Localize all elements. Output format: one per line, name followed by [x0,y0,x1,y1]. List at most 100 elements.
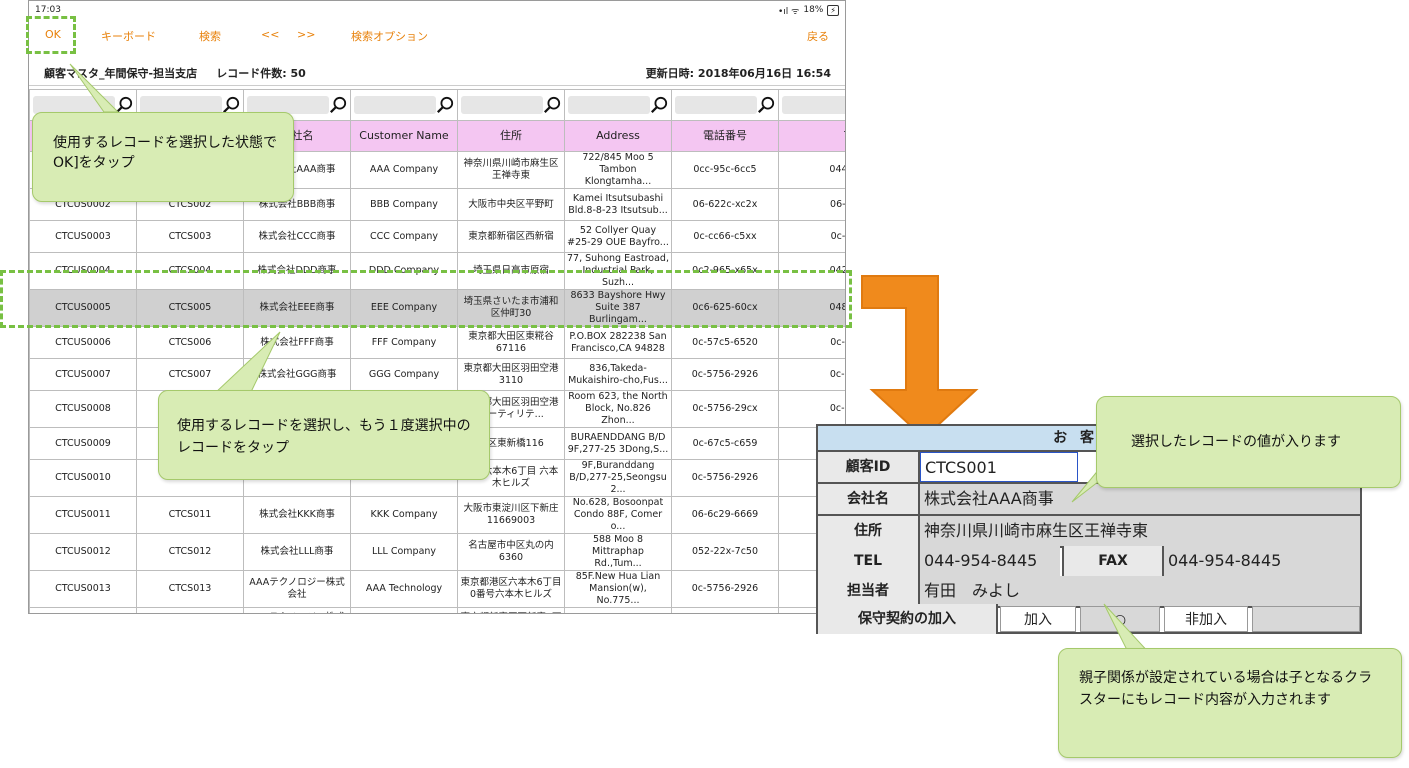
table-cell: CTCUS0013 [29,570,137,608]
table-row[interactable]: CTCUS0011 CTCS011 株式会社KKK商事 KKK Company 大阪市東… [29,496,845,534]
table-row[interactable]: CTCUS0014CTCS014BBBテクノロジー株式会社BBB Technol… [29,607,845,613]
table-cell: No.628, Bosoonpat Condo 88F, Comer o... [564,496,672,534]
address-field[interactable]: 神奈川県川崎市麻生区王禅寺東 [920,516,1360,546]
form-row-tel: TEL 044-954-8445 FAX 044-954-8445 [818,546,1360,578]
column-header[interactable]: Address [564,120,672,152]
join-button[interactable]: 加入 [1000,606,1076,632]
table-cell: AAA Technology [350,570,458,608]
table-cell: 52 Collyer Quay #25-29 OUE Bayfro... [564,220,672,253]
keyboard-button[interactable]: キーボード [101,28,156,44]
column-header[interactable]: TEL [778,120,845,152]
table-cell: 0c-cc66-c5xx [671,607,779,613]
id-field[interactable]: CTCS001 [920,452,1078,482]
address-label: 住所 [818,516,920,546]
search-field[interactable] [354,96,436,114]
status-bar: 17:03 •ıl ᯤ 18% ⚡ [29,1,845,19]
table-cell: 0c-cc66-c5xx [671,220,779,253]
table-cell: 0c-cc66-4 [778,220,845,253]
search-field[interactable] [568,96,650,114]
fax-field[interactable]: 044-954-8445 [1164,546,1360,576]
table-row[interactable]: CTCUS0007 CTCS007 株式会社GGG商事 GGG Company 東京都大… [29,358,845,391]
table-cell: 東京都港区六本木6丁目0番号六本木ヒルズ [457,570,565,608]
battery-level: 18% [803,5,824,15]
search-field[interactable] [675,96,757,114]
search-cell [671,89,779,121]
table-cell: P.O.BOX 282238 San Francisco,CA 94828 [564,326,672,359]
table-row[interactable]: CTCUS0012 CTCS012 株式会社LLL商事 LLL Company 名古屋市… [29,533,845,571]
form-row-address: 住所 神奈川県川崎市麻生区王禅寺東 [818,516,1360,548]
id-label: 顧客ID [818,452,920,482]
table-cell: 株式会社LLL商事 [243,533,351,571]
callout-selected-value: 選択したレコードの値が入ります [1096,396,1401,488]
table-cell: CTCUS0007 [29,358,137,391]
search-icon[interactable] [650,96,668,114]
callout-child-cluster-text: 親子関係が設定されている場合は子となるクラスターにもレコード内容が入力されます [1079,670,1373,708]
callout-child-cluster: 親子関係が設定されている場合は子となるクラスターにもレコード内容が入力されます [1058,648,1402,758]
table-cell: CTCUS0003 [29,220,137,253]
table-cell: CTCS012 [136,533,244,571]
search-icon[interactable] [329,96,347,114]
table-cell: GGG Company [350,358,458,391]
table-cell: 0c-5756-2 [778,390,845,428]
callout-ok-text: 使用するレコードを選択した状態でOK]をタップ [53,135,277,171]
table-cell: CTCUS0009 [29,427,137,460]
table-cell: CTCUS0010 [29,459,137,497]
tel-field[interactable]: 044-954-8445 [920,546,1060,576]
table-cell: CTCUS0008 [29,390,137,428]
updated-at: 更新日時: 2018年06月16日 16:54 [645,67,831,80]
table-cell: CTCS011 [136,496,244,534]
table-row[interactable]: CTCUS0013 CTCS013 AAAテクノロジー株式会社 AAA Technol… [29,570,845,608]
column-header[interactable]: 電話番号 [671,120,779,152]
arrow-icon [861,275,979,440]
contract-blank [1252,606,1360,632]
table-cell: 東京都新宿区西新宿3丁目60番6号 [457,607,565,613]
back-button[interactable]: 戻る [807,28,829,44]
table-cell: 株式会社CCC商事 [243,220,351,253]
search-field[interactable] [782,96,845,114]
table-row[interactable]: CTCUS0003 CTCS003 株式会社CCC商事 CCC Company 東京都新… [29,220,845,253]
company-label: 会社名 [818,484,920,514]
search-icon[interactable] [757,96,775,114]
status-time: 17:03 [35,5,61,15]
signal-icon: •ıl ᯤ [777,6,800,17]
search-button[interactable]: 検索 [199,28,221,44]
contract-label: 保守契約の加入 [818,604,998,634]
table-cell: 株式会社KKK商事 [243,496,351,534]
table-cell: 大阪市中央区平野町 [457,188,565,221]
table-cell: FFF Company [350,326,458,359]
next-button[interactable]: >> [297,28,315,41]
callout-ok: 使用するレコードを選択した状態でOK]をタップ [32,112,294,202]
table-cell: CTCUS0014 [29,607,137,613]
table-row[interactable]: CTCUS0006 CTCS006 株式会社FFF商事 FFF Company 東京都大… [29,326,845,359]
table-cell: Kamei Itsutsubashi Bld.8-8-23 Itsutsub..… [564,188,672,221]
table-cell: CTCUS0011 [29,496,137,534]
search-icon[interactable] [543,96,561,114]
table-cell: CTCUS0006 [29,326,137,359]
callout-select-row: 使用するレコードを選択し、もう１度選択中のレコードをタップ [158,390,490,480]
search-options-button[interactable]: 検索オプション [351,28,428,44]
table-cell: BBB Company [350,188,458,221]
company-field[interactable]: 株式会社AAA商事 [920,484,1360,514]
fax-label: FAX [1062,546,1164,576]
search-cell [457,89,565,121]
table-cell: CTCS013 [136,570,244,608]
table-cell: 0c-5756-2926 [671,570,779,608]
table-cell: 722/845 Moo 5 Tambon Klongtamha... [564,151,672,189]
list-header: 顧客マスタ_年間保守-担当支店 レコード件数: 50 更新日時: 2018年06… [29,59,845,86]
table-cell: 8899 Western Way, Suite 322 Torrance,... [564,607,672,613]
search-field[interactable] [461,96,543,114]
table-cell: 588 Moo 8 Mittraphap Rd.,Tum... [564,533,672,571]
column-header[interactable]: Customer Name [350,120,458,152]
table-cell: 0c-57c5-6520 [671,326,779,359]
column-header[interactable]: 住所 [457,120,565,152]
table-cell: 0c-5756-2 [778,358,845,391]
table-cell: 東京都大田区東糀谷 67116 [457,326,565,359]
table-cell: CCC Company [350,220,458,253]
prev-button[interactable]: << [261,28,279,41]
table-cell: BBBテクノロジー株式会社 [243,607,351,613]
selected-row-highlight [0,270,852,328]
table-cell: KKK Company [350,496,458,534]
no-join-button[interactable]: 非加入 [1164,606,1248,632]
search-icon[interactable] [436,96,454,114]
search-cell [564,89,672,121]
